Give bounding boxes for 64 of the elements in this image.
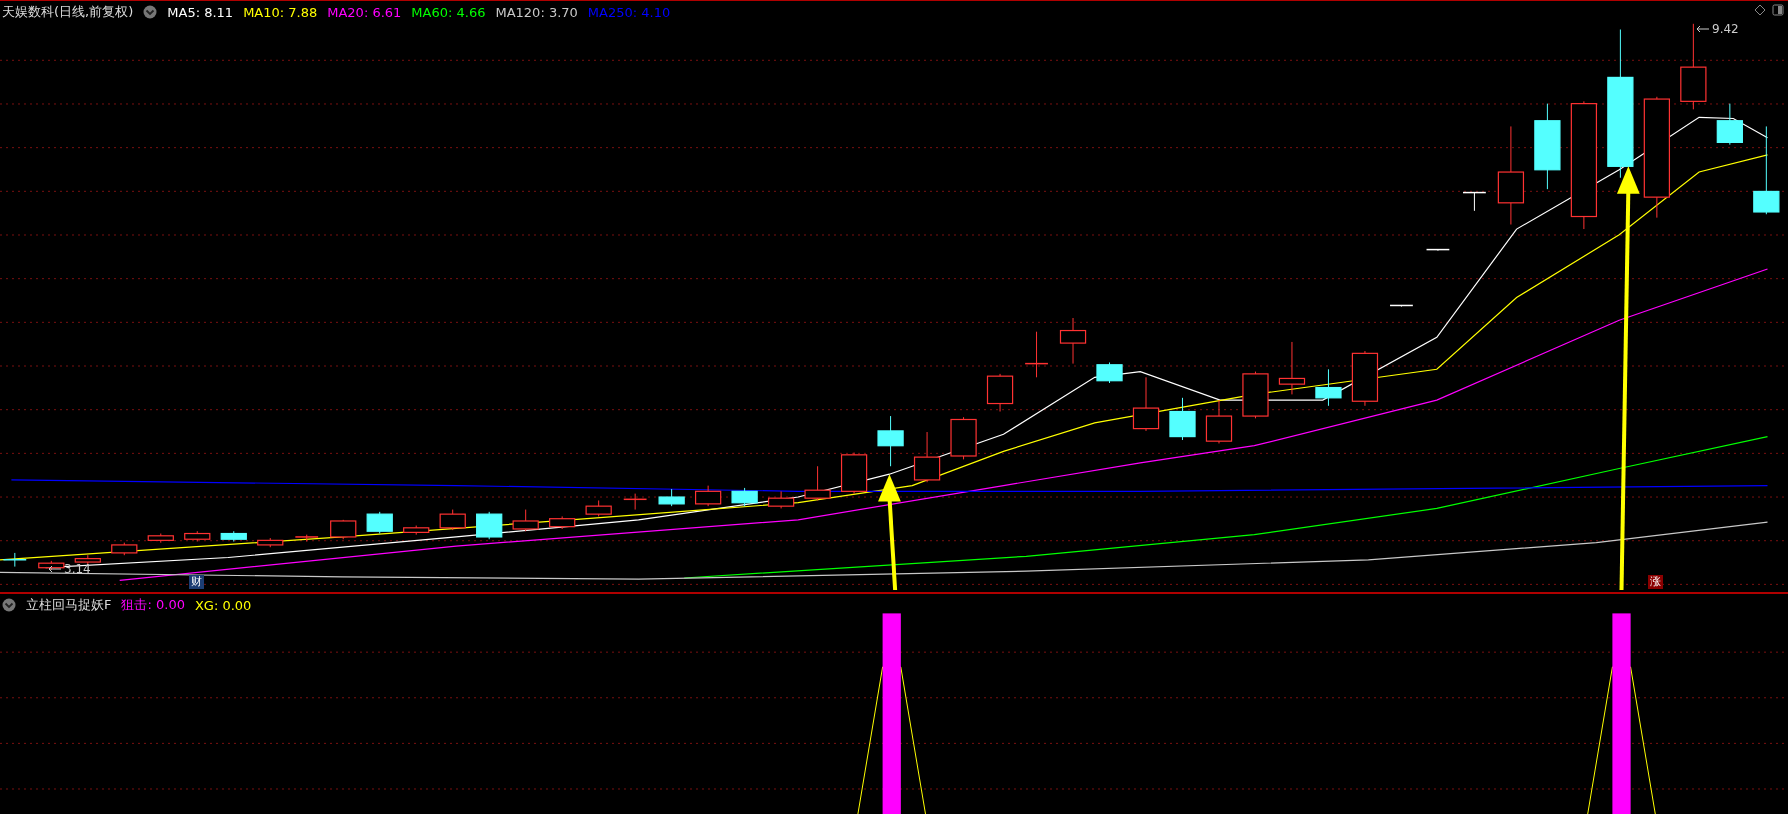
candlestick [257,537,284,548]
candlestick [549,515,576,530]
high-price-label: 9.42 [1712,22,1739,36]
candlestick [731,487,758,507]
candlestick [1024,331,1049,378]
moving-average-value: MA5: 8.11 [167,4,234,20]
candlestick [1205,399,1233,444]
leader-line [1696,25,1710,33]
candlestick [695,485,722,507]
panel-icon[interactable] [1772,4,1784,16]
candlestick [366,511,393,534]
candlestick [439,509,466,531]
candlestick [403,525,430,536]
candlestick [950,416,977,460]
stock-title: 天娱数科(日线,前复权) [2,3,134,21]
dropdown-icon[interactable] [143,5,158,19]
candlestick [1425,248,1451,252]
candlestick [1716,103,1743,146]
event-badge: 财 [189,575,204,589]
moving-average-value: MA60: 4.66 [411,4,486,20]
arrow-icon [878,474,901,591]
indicator-value: XG: 0.00 [194,597,252,613]
candlestick [1462,191,1487,212]
moving-average-value: MA20: 6.61 [327,4,402,20]
candlestick [74,554,101,565]
diamond-icon[interactable] [1754,4,1766,16]
candlestick [1096,362,1123,384]
candlestick [1242,371,1269,419]
indicator-value: 狙击: 0.00 [121,596,185,614]
event-badge: 涨 [1648,575,1663,589]
candlestick [38,560,65,571]
candlestick [1278,341,1306,395]
moving-average-value: MA250: 4.10 [587,4,671,20]
moving-average-value: MA10: 7.88 [243,4,318,20]
candlestick [512,509,539,532]
candlestick [623,493,648,511]
candlestick [658,488,685,507]
leader-line [48,565,62,573]
candlestick [804,465,831,501]
candlestick [1351,350,1379,407]
moving-average-value: MA120: 3.70 [495,4,578,20]
candlestick [1315,368,1342,407]
candlestick [1169,397,1196,441]
candlestick [330,519,357,540]
candlestick [1389,304,1414,308]
candlestick [877,415,904,467]
candlestick [767,490,795,509]
arrow-icon [1616,166,1640,591]
candlestick [111,542,138,556]
candlestick [986,373,1014,412]
indicator-name: 立柱回马捉妖F [26,596,112,614]
candlestick [147,533,174,544]
candlestick [1132,376,1160,432]
candlestick [2,552,27,568]
candlestick [294,534,319,542]
candlestick [913,431,941,483]
candlestick [220,530,247,542]
candlestick [476,511,503,540]
dropdown-icon[interactable] [2,598,16,612]
candlestick [184,530,211,542]
candlestick [1059,317,1087,365]
low-price-label: 3.14 [64,562,91,576]
candlestick [840,452,868,495]
candlestick [585,499,612,517]
